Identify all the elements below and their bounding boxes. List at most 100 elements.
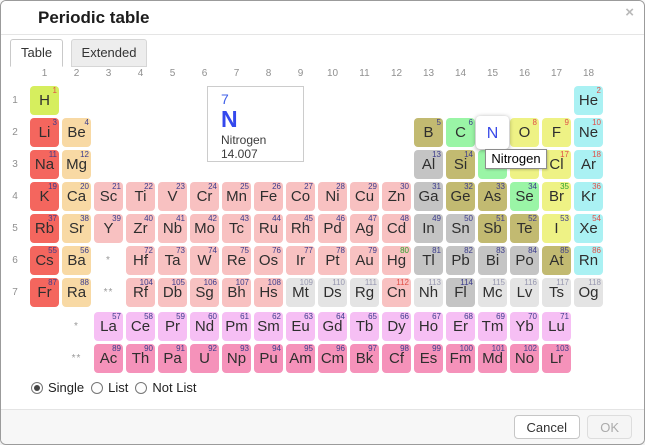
- element-cell-Fr[interactable]: 87Fr: [30, 278, 59, 307]
- element-cell-Ni[interactable]: 28Ni: [318, 182, 347, 211]
- element-cell-Sb[interactable]: 51Sb: [478, 214, 507, 243]
- element-cell-Sc[interactable]: 21Sc: [94, 182, 123, 211]
- element-cell-Bk[interactable]: 97Bk: [350, 344, 379, 373]
- element-cell-Cf[interactable]: 98Cf: [382, 344, 411, 373]
- element-cell-Ne[interactable]: 10Ne: [574, 118, 603, 147]
- element-cell-La[interactable]: 57La: [94, 312, 123, 341]
- element-cell-Eu[interactable]: 63Eu: [286, 312, 315, 341]
- element-cell-Be[interactable]: 4Be: [62, 118, 91, 147]
- element-cell-F[interactable]: 9F: [542, 118, 571, 147]
- element-cell-Gd[interactable]: 64Gd: [318, 312, 347, 341]
- element-cell-V[interactable]: 23V: [158, 182, 187, 211]
- element-cell-Tb[interactable]: 65Tb: [350, 312, 379, 341]
- element-cell-Mn[interactable]: 25Mn: [222, 182, 251, 211]
- element-cell-Hs[interactable]: 108Hs: [254, 278, 283, 307]
- element-cell-Nd[interactable]: 60Nd: [190, 312, 219, 341]
- element-cell-Mt[interactable]: 109Mt: [286, 278, 315, 307]
- element-cell-Lu[interactable]: 71Lu: [542, 312, 571, 341]
- element-cell-Rb[interactable]: 37Rb: [30, 214, 59, 243]
- element-cell-Au[interactable]: 79Au: [350, 246, 379, 275]
- element-cell-Tc[interactable]: 43Tc: [222, 214, 251, 243]
- element-cell-Tm[interactable]: 69Tm: [478, 312, 507, 341]
- element-cell-Rh[interactable]: 45Rh: [286, 214, 315, 243]
- radio-single-circle[interactable]: [31, 382, 43, 394]
- element-cell-Np[interactable]: 93Np: [222, 344, 251, 373]
- element-cell-Pd[interactable]: 46Pd: [318, 214, 347, 243]
- element-cell-Ga[interactable]: 31Ga: [414, 182, 443, 211]
- element-cell-Cu[interactable]: 29Cu: [350, 182, 379, 211]
- element-cell-Na[interactable]: 11Na: [30, 150, 59, 179]
- element-cell-He[interactable]: 2He: [574, 86, 603, 115]
- element-cell-Ho[interactable]: 67Ho: [414, 312, 443, 341]
- element-cell-Ag[interactable]: 47Ag: [350, 214, 379, 243]
- element-cell-Pa[interactable]: 91Pa: [158, 344, 187, 373]
- element-cell-U[interactable]: 92U: [190, 344, 219, 373]
- element-cell-Lr[interactable]: 103Lr: [542, 344, 571, 373]
- element-cell-Ba[interactable]: 56Ba: [62, 246, 91, 275]
- element-cell-O[interactable]: 8O: [510, 118, 539, 147]
- element-cell-Bh[interactable]: 107Bh: [222, 278, 251, 307]
- element-cell-Cm[interactable]: 96Cm: [318, 344, 347, 373]
- element-cell-Pu[interactable]: 94Pu: [254, 344, 283, 373]
- element-cell-Pb[interactable]: 82Pb: [446, 246, 475, 275]
- element-cell-Re[interactable]: 75Re: [222, 246, 251, 275]
- element-cell-Ge[interactable]: 32Ge: [446, 182, 475, 211]
- element-cell-I[interactable]: 53I: [542, 214, 571, 243]
- element-cell-Ti[interactable]: 22Ti: [126, 182, 155, 211]
- element-cell-H[interactable]: 1H: [30, 86, 59, 115]
- element-cell-Cd[interactable]: 48Cd: [382, 214, 411, 243]
- element-cell-K[interactable]: 19K: [30, 182, 59, 211]
- element-cell-Al[interactable]: 13Al: [414, 150, 443, 179]
- element-cell-Sr[interactable]: 38Sr: [62, 214, 91, 243]
- element-cell-Ts[interactable]: 117Ts: [542, 278, 571, 307]
- radio-not-list-circle[interactable]: [135, 382, 147, 394]
- element-cell-Lv[interactable]: 116Lv: [510, 278, 539, 307]
- element-cell-Ta[interactable]: 73Ta: [158, 246, 187, 275]
- element-cell-Br[interactable]: 35Br: [542, 182, 571, 211]
- element-cell-No[interactable]: 102No: [510, 344, 539, 373]
- element-cell-In[interactable]: 49In: [414, 214, 443, 243]
- element-cell-Ds[interactable]: 110Ds: [318, 278, 347, 307]
- element-cell-Nb[interactable]: 41Nb: [158, 214, 187, 243]
- element-cell-Sg[interactable]: 106Sg: [190, 278, 219, 307]
- element-cell-Rf[interactable]: 104Rf: [126, 278, 155, 307]
- element-cell-Yb[interactable]: 70Yb: [510, 312, 539, 341]
- radio-list[interactable]: List: [91, 380, 128, 395]
- radio-list-circle[interactable]: [91, 382, 103, 394]
- element-cell-Ca[interactable]: 20Ca: [62, 182, 91, 211]
- element-cell-Db[interactable]: 105Db: [158, 278, 187, 307]
- element-cell-Sm[interactable]: 62Sm: [254, 312, 283, 341]
- element-cell-Ra[interactable]: 88Ra: [62, 278, 91, 307]
- element-cell-Kr[interactable]: 36Kr: [574, 182, 603, 211]
- radio-single[interactable]: Single: [31, 380, 84, 395]
- element-cell-Hg[interactable]: 80Hg: [382, 246, 411, 275]
- element-cell-Si[interactable]: 14Si: [446, 150, 475, 179]
- element-cell-Li[interactable]: 3Li: [30, 118, 59, 147]
- element-cell-Co[interactable]: 27Co: [286, 182, 315, 211]
- element-cell-Ce[interactable]: 58Ce: [126, 312, 155, 341]
- element-cell-Zr[interactable]: 40Zr: [126, 214, 155, 243]
- element-cell-Po[interactable]: 84Po: [510, 246, 539, 275]
- cancel-button[interactable]: Cancel: [514, 415, 580, 439]
- element-cell-Ir[interactable]: 77Ir: [286, 246, 315, 275]
- element-cell-Dy[interactable]: 66Dy: [382, 312, 411, 341]
- element-cell-Cs[interactable]: 55Cs: [30, 246, 59, 275]
- element-cell-C[interactable]: 6C: [446, 118, 475, 147]
- element-cell-Nh[interactable]: 113Nh: [414, 278, 443, 307]
- element-cell-As[interactable]: 33As: [478, 182, 507, 211]
- element-cell-Ru[interactable]: 44Ru: [254, 214, 283, 243]
- element-cell-Cr[interactable]: 24Cr: [190, 182, 219, 211]
- element-cell-Te[interactable]: 52Te: [510, 214, 539, 243]
- element-cell-Er[interactable]: 68Er: [446, 312, 475, 341]
- element-cell-Fe[interactable]: 26Fe: [254, 182, 283, 211]
- element-cell-Pr[interactable]: 59Pr: [158, 312, 187, 341]
- element-cell-Pt[interactable]: 78Pt: [318, 246, 347, 275]
- element-cell-N[interactable]: N: [476, 116, 509, 149]
- element-cell-Fl[interactable]: 114Fl: [446, 278, 475, 307]
- element-cell-Mo[interactable]: 42Mo: [190, 214, 219, 243]
- element-cell-Og[interactable]: 118Og: [574, 278, 603, 307]
- element-cell-Rg[interactable]: 111Rg: [350, 278, 379, 307]
- element-cell-Sn[interactable]: 50Sn: [446, 214, 475, 243]
- element-cell-Ac[interactable]: 89Ac: [94, 344, 123, 373]
- element-cell-Cn[interactable]: 112Cn: [382, 278, 411, 307]
